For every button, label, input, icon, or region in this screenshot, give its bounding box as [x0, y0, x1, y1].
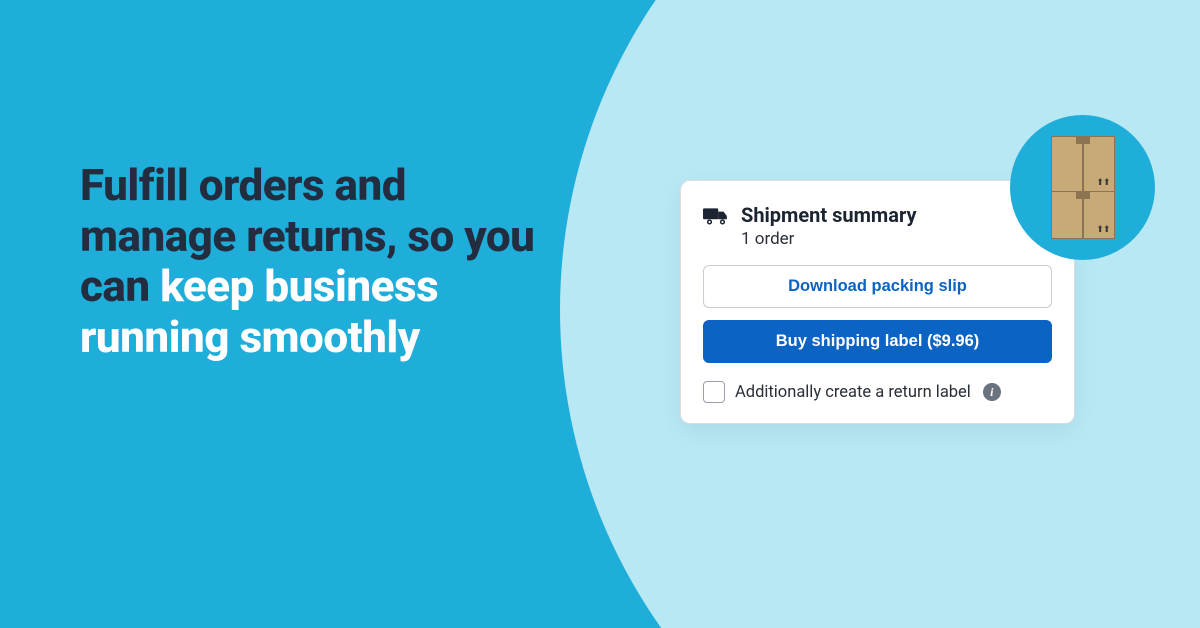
truck-icon	[703, 206, 729, 230]
arrows-up-icon: ⬆⬆	[1096, 179, 1109, 188]
box-icon: ⬆⬆	[1051, 191, 1115, 239]
arrows-up-icon: ⬆⬆	[1096, 226, 1109, 235]
buy-shipping-label-button[interactable]: Buy shipping label ($9.96)	[703, 320, 1052, 363]
card-title: Shipment summary	[741, 203, 917, 227]
boxes-illustration: ⬆⬆ ⬆⬆	[1051, 136, 1115, 239]
headline: Fulfill orders and manage returns, so yo…	[80, 160, 560, 362]
info-icon[interactable]: i	[983, 383, 1001, 401]
box-icon: ⬆⬆	[1051, 136, 1115, 192]
return-label-row: Additionally create a return label i	[703, 381, 1052, 403]
card-title-block: Shipment summary 1 order	[741, 203, 917, 249]
download-packing-slip-button[interactable]: Download packing slip	[703, 265, 1052, 308]
card-subtitle: 1 order	[741, 229, 917, 249]
card-header: Shipment summary 1 order	[703, 203, 1052, 249]
return-label-checkbox[interactable]	[703, 381, 725, 403]
boxes-badge: ⬆⬆ ⬆⬆	[1010, 115, 1155, 260]
return-label-text: Additionally create a return label	[735, 383, 971, 402]
